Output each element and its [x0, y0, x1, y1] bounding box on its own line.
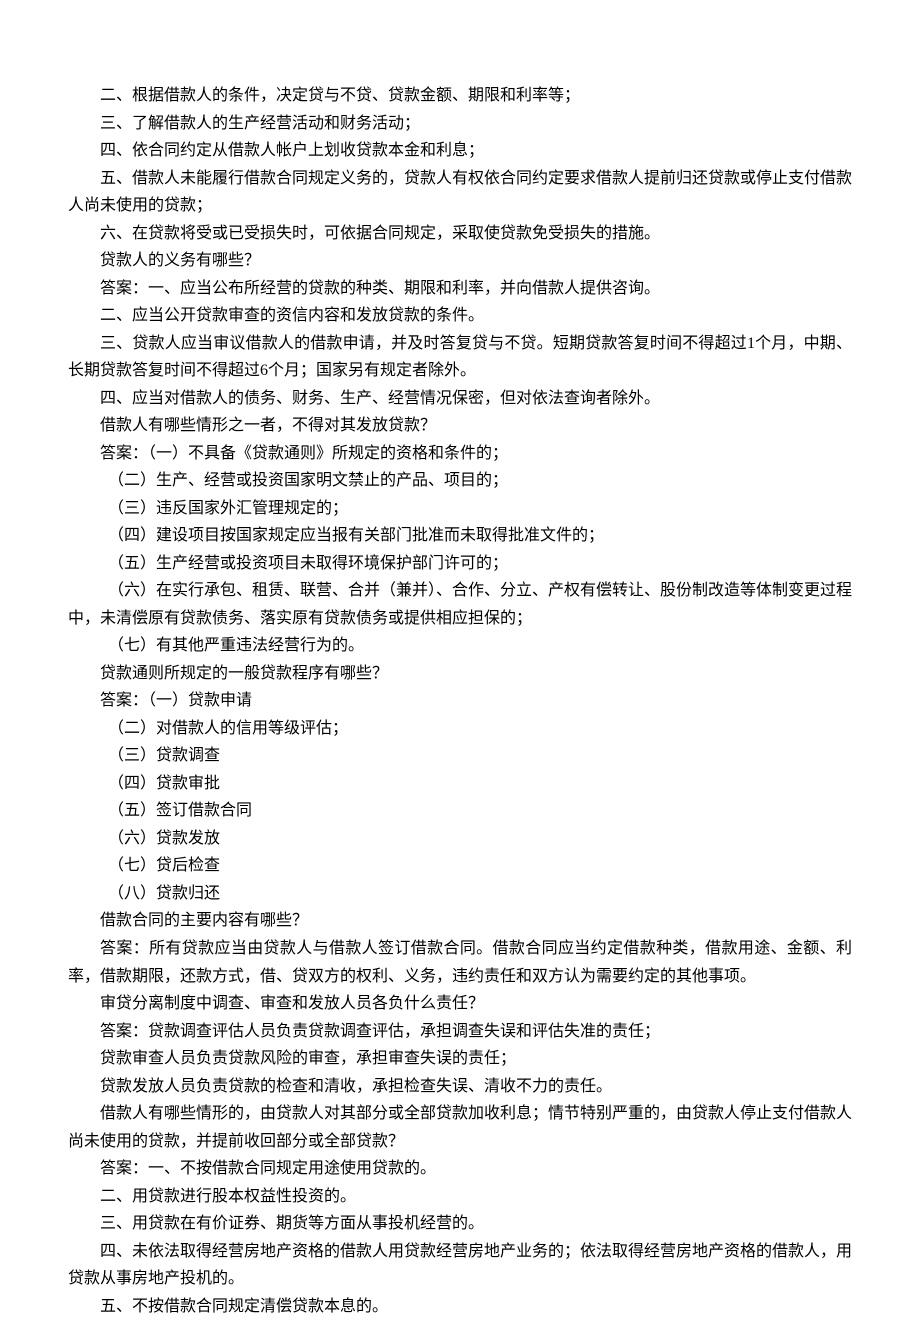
paragraph: （七）有其他严重违法经营行为的。 — [68, 632, 852, 660]
paragraph: （五）签订借款合同 — [68, 797, 852, 825]
paragraph: 答案：所有贷款应当由贷款人与借款人签订借款合同。借款合同应当约定借款种类，借款用… — [68, 935, 852, 990]
paragraph: 借款人有哪些情形之一者，不得对其发放贷款？ — [68, 412, 852, 440]
paragraph: 贷款通则所规定的一般贷款程序有哪些？ — [68, 660, 852, 688]
paragraph: （二）生产、经营或投资国家明文禁止的产品、项目的； — [68, 467, 852, 495]
paragraph: （八）贷款归还 — [68, 880, 852, 908]
paragraph: 贷款人的义务有哪些？ — [68, 247, 852, 275]
paragraph: 答案：贷款调查评估人员负责贷款调查评估，承担调查失误和评估失准的责任； — [68, 1018, 852, 1046]
paragraph: 答案：（一）不具备《贷款通则》所规定的资格和条件的； — [68, 440, 852, 468]
paragraph: 答案：一、不按借款合同规定用途使用贷款的。 — [68, 1155, 852, 1183]
paragraph: （三）违反国家外汇管理规定的； — [68, 495, 852, 523]
paragraph: 三、贷款人应当审议借款人的借款申请，并及时答复贷与不贷。短期贷款答复时间不得超过… — [68, 330, 852, 385]
paragraph: 五、借款人未能履行借款合同规定义务的，贷款人有权依合同约定要求借款人提前归还贷款… — [68, 165, 852, 220]
paragraph: （四）贷款审批 — [68, 770, 852, 798]
paragraph: 答案：一、应当公布所经营的贷款的种类、期限和利率，并向借款人提供咨询。 — [68, 275, 852, 303]
paragraph: 三、了解借款人的生产经营活动和财务活动； — [68, 110, 852, 138]
paragraph: 四、未依法取得经营房地产资格的借款人用贷款经营房地产业务的；依法取得经营房地产资… — [68, 1238, 852, 1293]
paragraph: 二、应当公开贷款审查的资信内容和发放贷款的条件。 — [68, 302, 852, 330]
paragraph: （二）对借款人的信用等级评估； — [68, 715, 852, 743]
paragraph: （六）贷款发放 — [68, 825, 852, 853]
paragraph: 二、用贷款进行股本权益性投资的。 — [68, 1183, 852, 1211]
paragraph: （五）生产经营或投资项目未取得环境保护部门许可的； — [68, 550, 852, 578]
paragraph: 贷款发放人员负责贷款的检查和清收，承担检查失误、清收不力的责任。 — [68, 1073, 852, 1101]
paragraph: 三、用贷款在有价证券、期货等方面从事投机经营的。 — [68, 1210, 852, 1238]
paragraph: 四、应当对借款人的债务、财务、生产、经营情况保密，但对依法查询者除外。 — [68, 385, 852, 413]
paragraph: 五、不按借款合同规定清偿贷款本息的。 — [68, 1293, 852, 1320]
paragraph: （六）在实行承包、租赁、联营、合并（兼并）、合作、分立、产权有偿转让、股份制改造… — [68, 577, 852, 632]
paragraph: （四）建设项目按国家规定应当报有关部门批准而未取得批准文件的； — [68, 522, 852, 550]
paragraph: 借款人有哪些情形的，由贷款人对其部分或全部贷款加收利息；情节特别严重的，由贷款人… — [68, 1100, 852, 1155]
paragraph: 贷款审查人员负责贷款风险的审查，承担审查失误的责任； — [68, 1045, 852, 1073]
paragraph: 审贷分离制度中调查、审查和发放人员各负什么责任？ — [68, 990, 852, 1018]
paragraph: 借款合同的主要内容有哪些？ — [68, 907, 852, 935]
paragraph: （七）贷后检查 — [68, 852, 852, 880]
paragraph: （三）贷款调查 — [68, 742, 852, 770]
paragraph: 答案：（一）贷款申请 — [68, 687, 852, 715]
paragraph: 二、根据借款人的条件，决定贷与不贷、贷款金额、期限和利率等； — [68, 82, 852, 110]
document-body: 二、根据借款人的条件，决定贷与不贷、贷款金额、期限和利率等；三、了解借款人的生产… — [68, 82, 852, 1320]
paragraph: 四、依合同约定从借款人帐户上划收贷款本金和利息； — [68, 137, 852, 165]
paragraph: 六、在贷款将受或已受损失时，可依据合同规定，采取使贷款免受损失的措施。 — [68, 220, 852, 248]
document-page: 二、根据借款人的条件，决定贷与不贷、贷款金额、期限和利率等；三、了解借款人的生产… — [0, 0, 920, 1320]
